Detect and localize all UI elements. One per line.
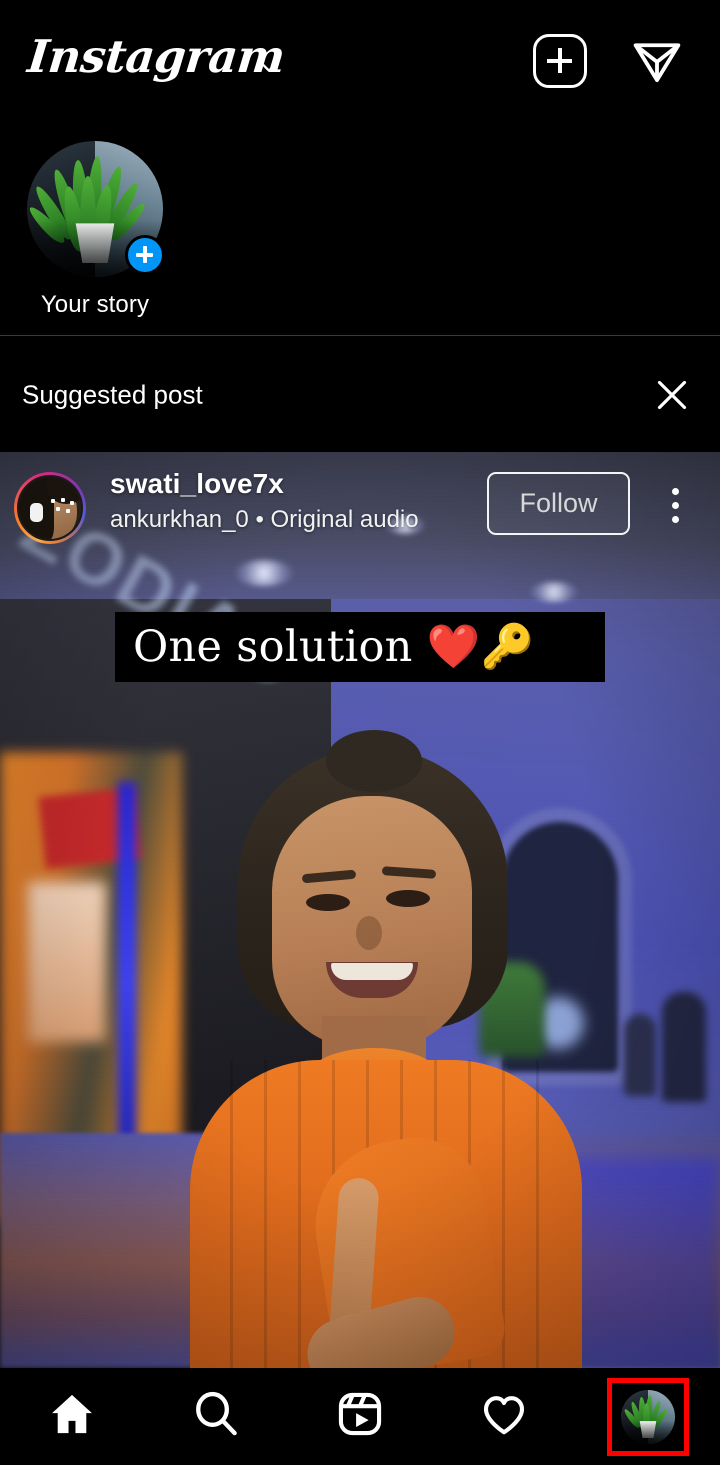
- post-audio-subtitle[interactable]: ankurkhan_0 • Original audio: [110, 506, 419, 534]
- nav-search[interactable]: [144, 1368, 288, 1465]
- heart-outline-icon: [478, 1388, 530, 1445]
- instagram-home-screen: Instagram Your story Suggested post swat…: [0, 0, 720, 1465]
- profile-highlight-box: [607, 1377, 689, 1456]
- instagram-logo[interactable]: Instagram: [25, 30, 287, 83]
- home-icon: [46, 1388, 98, 1445]
- nav-reels[interactable]: [288, 1368, 432, 1465]
- add-story-plus-icon[interactable]: [125, 235, 165, 275]
- post-image: ZODIAC: [0, 452, 720, 1368]
- close-x-icon[interactable]: [652, 375, 692, 415]
- reels-play-icon: [334, 1388, 386, 1445]
- nav-activity[interactable]: [432, 1368, 576, 1465]
- stories-tray: Your story: [0, 125, 720, 336]
- story-label: Your story: [40, 291, 150, 318]
- send-paper-plane-icon[interactable]: [630, 33, 684, 89]
- nav-home[interactable]: [0, 1368, 144, 1465]
- post-header: swati_love7x ankurkhan_0 • Original audi…: [0, 468, 720, 548]
- story-your-story[interactable]: Your story: [27, 141, 165, 318]
- app-header: Instagram: [0, 0, 720, 125]
- overlay-caption-text: One solution ❤️🔑: [133, 622, 535, 672]
- post-username[interactable]: swati_love7x: [110, 468, 284, 500]
- follow-button[interactable]: Follow: [487, 472, 630, 535]
- post-author-avatar[interactable]: [14, 472, 86, 544]
- suggested-post-bar: Suggested post: [0, 337, 720, 452]
- nav-profile[interactable]: [576, 1368, 720, 1465]
- bottom-navigation-bar: [0, 1368, 720, 1465]
- suggested-post-media[interactable]: ZODIAC: [0, 452, 720, 1368]
- story-avatar-wrap[interactable]: [27, 141, 165, 277]
- post-overlay-caption: One solution ❤️🔑: [115, 612, 605, 682]
- stories-divider: [0, 335, 720, 336]
- suggested-post-label: Suggested post: [22, 379, 203, 409]
- chevron-down-icon[interactable]: [258, 56, 280, 78]
- search-magnifier-icon: [190, 1388, 242, 1445]
- three-dots-vertical-icon[interactable]: [663, 486, 689, 526]
- plus-square-icon[interactable]: [533, 34, 587, 88]
